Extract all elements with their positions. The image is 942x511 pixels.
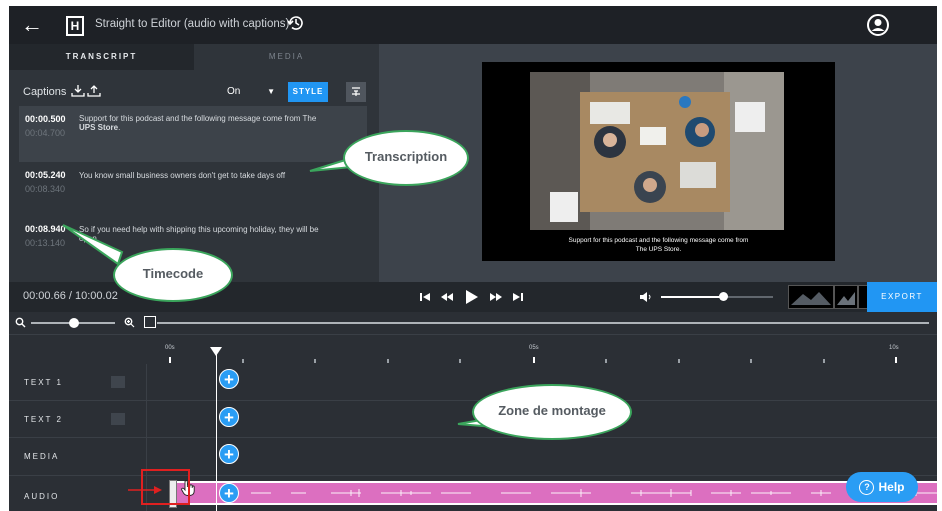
segment-start-time: 00:00.500	[25, 114, 66, 124]
ruler-tick	[169, 357, 171, 363]
user-account-icon[interactable]	[867, 14, 889, 36]
segment-start-time: 00:05.240	[25, 170, 66, 180]
ruler-tick	[314, 359, 316, 363]
segment-end-time: 00:08.340	[25, 184, 66, 194]
volume-slider-knob[interactable]	[718, 292, 728, 301]
align-icon	[352, 87, 360, 96]
zoom-slider-knob[interactable]	[69, 318, 79, 328]
caption-options-button[interactable]	[346, 82, 366, 102]
zoom-out-icon[interactable]	[15, 317, 26, 328]
timeline-zoom-row	[9, 312, 937, 334]
segment-end-time: 00:04.700	[25, 128, 66, 138]
download-icon[interactable]	[71, 84, 85, 98]
mountain-image-icon	[791, 292, 831, 305]
ruler-tick	[823, 359, 825, 363]
ruler-label: 05s	[529, 345, 539, 351]
timeline-scroll-handle[interactable]	[144, 316, 156, 328]
question-icon: ?	[859, 480, 875, 496]
volume-icon[interactable]	[639, 291, 653, 303]
upload-icon[interactable]	[87, 84, 101, 98]
ruler-tick	[605, 359, 607, 363]
annotation-zone-de-montage: Zone de montage	[472, 384, 632, 440]
tab-transcript[interactable]: TRANSCRIPT	[9, 44, 194, 70]
project-title: Straight to Editor (audio with captions)	[95, 18, 290, 30]
timeline-scrollbar[interactable]	[157, 322, 929, 324]
thumbnail-view-button[interactable]	[834, 285, 858, 309]
ruler-label: 00s	[165, 345, 175, 351]
add-media-button[interactable]: +	[219, 444, 239, 464]
ruler-tick	[895, 357, 897, 363]
play-icon[interactable]	[461, 287, 481, 307]
style-button[interactable]: STYLE	[288, 82, 328, 102]
track-text-1: TEXT 1	[9, 364, 937, 401]
ruler-tick	[242, 359, 244, 363]
ruler-tick	[678, 359, 680, 363]
rewind-icon[interactable]	[439, 289, 455, 305]
waveform-thumbnail[interactable]	[788, 285, 834, 309]
track-settings-icon[interactable]	[111, 376, 125, 388]
audio-clip[interactable]	[169, 481, 937, 505]
ruler-tick	[459, 359, 461, 363]
add-audio-button[interactable]: +	[219, 483, 239, 503]
skip-to-start-icon[interactable]	[417, 289, 433, 305]
track-label: MEDIA	[24, 452, 60, 461]
fast-forward-icon[interactable]	[488, 289, 504, 305]
segment-text: You know small business owners don't get…	[79, 171, 286, 180]
ruler-tick	[387, 359, 389, 363]
top-bar: ← H Straight to Editor (audio with capti…	[9, 6, 937, 44]
captions-toolbar: Captions On ▼ STYLE	[9, 80, 379, 104]
history-icon[interactable]	[286, 13, 306, 33]
panel-tabs: TRANSCRIPT MEDIA	[9, 44, 379, 70]
track-label: TEXT 1	[24, 378, 63, 387]
image-icon	[837, 292, 855, 305]
captions-label: Captions	[23, 86, 67, 98]
video-frame-image	[530, 72, 784, 230]
help-label: Help	[878, 480, 905, 494]
ruler-label: 10s	[889, 345, 899, 351]
zoom-in-icon[interactable]	[124, 317, 135, 328]
red-arrow-icon	[128, 486, 162, 494]
add-text-2-button[interactable]: +	[219, 407, 239, 427]
captions-toggle-value: On	[227, 86, 241, 97]
arrow-left-icon[interactable]: ←	[21, 12, 43, 38]
annotation-timecode: Timecode	[113, 248, 233, 302]
track-label: AUDIO	[24, 492, 60, 501]
video-caption-overlay: Support for this podcast and the followi…	[568, 237, 749, 253]
skip-to-end-icon[interactable]	[510, 289, 526, 305]
video-preview[interactable]: Support for this podcast and the followi…	[482, 62, 835, 261]
timeline-ruler: 00s 05s 10s	[9, 334, 937, 365]
app-logo[interactable]: H	[66, 16, 84, 36]
ruler-tick	[533, 357, 535, 363]
ruler-tick	[750, 359, 752, 363]
volume-slider-fill	[661, 296, 723, 298]
playhead-line[interactable]	[216, 352, 217, 511]
chevron-down-icon: ▼	[267, 87, 275, 96]
track-label: TEXT 2	[24, 415, 63, 424]
export-button[interactable]: EXPORT	[867, 282, 937, 312]
captions-toggle-select[interactable]: On ▼	[227, 82, 279, 102]
volume-slider[interactable]	[661, 292, 773, 301]
segment-text: Support for this podcast and the followi…	[79, 114, 317, 132]
tab-media[interactable]: MEDIA	[194, 44, 379, 70]
playback-timecode: 00:00.66 / 10:00.02	[23, 290, 118, 302]
add-text-1-button[interactable]: +	[219, 369, 239, 389]
annotation-transcription: Transcription	[343, 130, 469, 186]
transcript-segment[interactable]: 00:00.500 00:04.700 Support for this pod…	[19, 106, 367, 162]
help-button[interactable]: ? Help	[846, 472, 918, 502]
track-settings-icon[interactable]	[111, 413, 125, 425]
audio-waveform	[251, 489, 937, 497]
